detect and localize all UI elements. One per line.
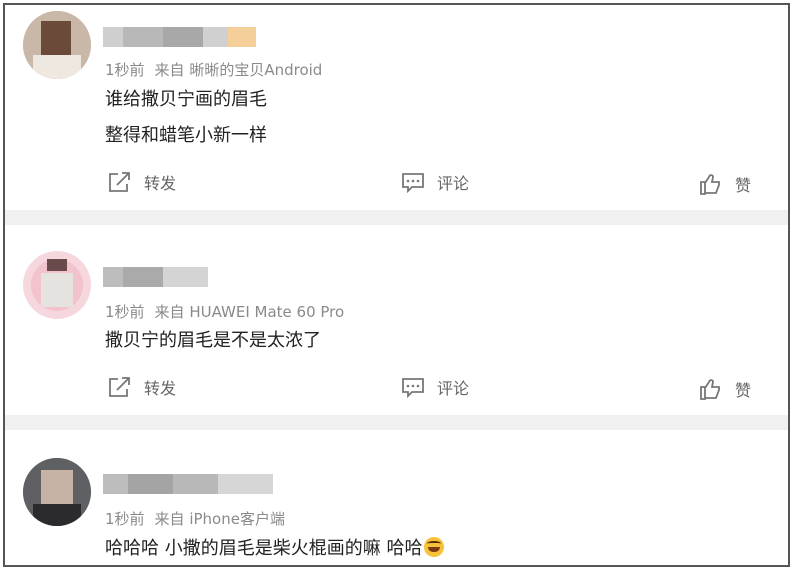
avatar[interactable] — [23, 458, 91, 526]
share-icon — [109, 377, 130, 397]
share-icon — [109, 172, 130, 192]
comment-label: 评论 — [437, 174, 470, 193]
comment-text-line: 撒贝宁的眉毛是不是太浓了 — [105, 330, 321, 351]
comment-button[interactable]: 评论 — [401, 375, 469, 399]
post-time: 1秒前 — [105, 510, 145, 528]
avatar[interactable] — [23, 11, 91, 79]
comment-feed: 1秒前 来自 晰晰的宝贝Android 谁给撒贝宁画的眉毛 整得和蜡笔小新一样 转… — [3, 3, 790, 567]
comment-text-line: 哈哈哈 小撒的眉毛是柴火棍画的嘛 哈哈 — [105, 534, 445, 560]
comment-button[interactable]: 评论 — [401, 170, 469, 194]
post-meta: 1秒前 来自 HUAWEI Mate 60 Pro — [105, 301, 344, 322]
like-label: 赞 — [735, 176, 752, 195]
post-time: 1秒前 — [105, 61, 145, 79]
post-meta: 1秒前 来自 iPhone客户端 — [105, 508, 285, 529]
comment-text: 哈哈哈 小撒的眉毛是柴火棍画的嘛 哈哈 — [105, 538, 423, 559]
post-source[interactable]: 来自 晰晰的宝贝Android — [155, 61, 323, 79]
username-blurred[interactable] — [103, 267, 213, 287]
avatar[interactable] — [23, 251, 91, 319]
repost-button[interactable]: 转发 — [108, 375, 176, 399]
rolling-on-floor-laughing-emoji — [424, 537, 445, 557]
divider — [5, 210, 788, 225]
post-source[interactable]: 来自 iPhone客户端 — [155, 510, 285, 528]
divider — [5, 415, 788, 430]
post-source[interactable]: 来自 HUAWEI Mate 60 Pro — [155, 303, 345, 321]
repost-label: 转发 — [144, 379, 177, 398]
post-time: 1秒前 — [105, 303, 145, 321]
comment-item: 1秒前 来自 HUAWEI Mate 60 Pro 撒贝宁的眉毛是不是太浓了 转发… — [5, 225, 788, 415]
repost-button[interactable]: 转发 — [108, 170, 176, 194]
thumbs-up-icon — [700, 174, 720, 195]
comment-label: 评论 — [437, 379, 470, 398]
username-blurred[interactable] — [103, 27, 263, 47]
comment-item: 1秒前 来自 晰晰的宝贝Android 谁给撒贝宁画的眉毛 整得和蜡笔小新一样 转… — [5, 5, 788, 210]
repost-label: 转发 — [144, 174, 177, 193]
thumbs-up-icon — [700, 379, 720, 400]
comment-text-line: 整得和蜡笔小新一样 — [105, 125, 267, 146]
comment-icon — [402, 173, 424, 193]
like-button[interactable]: 赞 — [699, 377, 751, 401]
comment-icon — [402, 378, 424, 398]
username-blurred[interactable] — [103, 474, 278, 494]
post-meta: 1秒前 来自 晰晰的宝贝Android — [105, 59, 322, 80]
comment-item: 1秒前 来自 iPhone客户端 哈哈哈 小撒的眉毛是柴火棍画的嘛 哈哈 — [5, 430, 788, 565]
comment-text-line: 谁给撒贝宁画的眉毛 — [105, 89, 267, 110]
like-label: 赞 — [735, 381, 752, 400]
like-button[interactable]: 赞 — [699, 172, 751, 196]
